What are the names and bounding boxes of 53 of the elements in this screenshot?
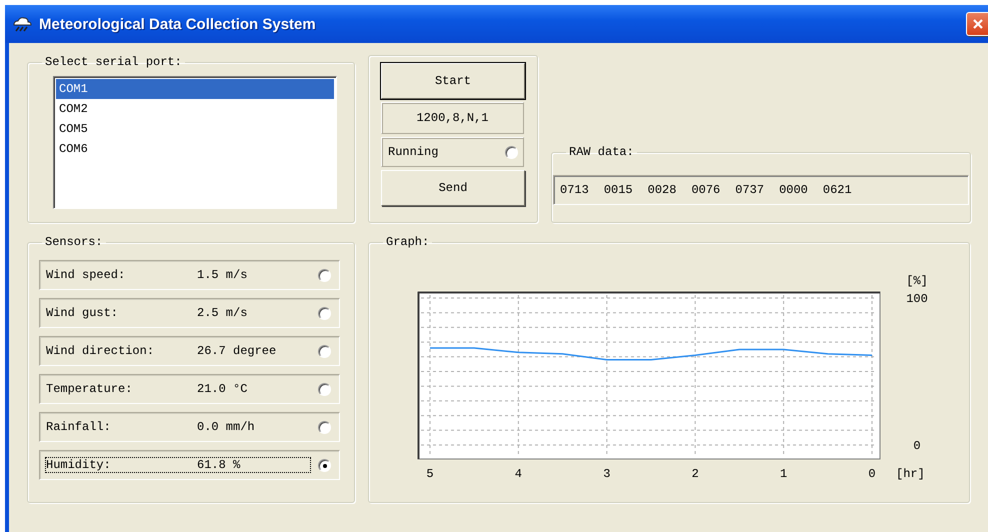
cloud-rain-icon [11,16,33,32]
sensor-label: Rainfall: [46,420,112,434]
port-list[interactable]: COM1 COM2 COM5 COM6 [53,76,337,209]
list-item[interactable]: COM1 [56,79,334,99]
axis-tick-label: 100 [906,292,928,306]
radio-button[interactable] [318,420,331,434]
axis-tick-label: 4 [514,467,522,481]
sensor-value: 26.7 degree [197,344,276,358]
list-item[interactable]: COM5 [56,119,334,139]
raw-value: 0076 [691,183,720,197]
radio-button[interactable] [505,146,518,158]
raw-value: 0621 [822,183,852,197]
close-icon [972,18,984,30]
axis-title: [%] [906,274,928,288]
close-button[interactable] [966,12,988,36]
sensor-label: Wind speed: [46,268,126,282]
status-label: Running [388,145,438,159]
sensor-label: Wind direction: [46,344,156,358]
group-label: Select serial port: [44,55,183,69]
sensor-value: 21.0 °C [197,382,248,396]
radio-button[interactable] [318,268,331,282]
axis-tick-label: 5 [426,467,434,481]
sensor-value: 1.5 m/s [197,268,248,282]
list-item[interactable]: COM6 [56,139,334,159]
sensor-label: Wind gust: [46,306,120,320]
send-button[interactable]: Send [381,170,525,206]
sensor-value: 2.5 m/s [197,306,248,320]
group-label: Graph: [385,235,430,249]
sensor-label: Temperature: [46,382,134,396]
radio-button[interactable] [318,458,331,472]
axis-title: [hr] [896,467,925,481]
sensor-value: 0.0 mm/h [197,420,255,434]
raw-value: 0015 [604,183,633,197]
start-button[interactable]: Start [381,63,525,99]
raw-value: 0028 [648,183,676,197]
group-label: Sensors: [44,235,104,249]
raw-value: 0737 [735,183,764,197]
axis-tick-label: 0 [868,467,876,481]
port-settings: 1200,8,N,1 [416,111,488,125]
axis-tick-label: 2 [692,467,699,481]
sensor-label: Humidity: [46,458,112,472]
window-title: Meteorological Data Collection System [39,16,317,32]
axis-tick-label: 0 [913,439,921,453]
axis-tick-label: 1 [780,467,788,481]
radio-button[interactable] [318,344,331,358]
radio-button[interactable] [318,306,331,320]
radio-button[interactable] [318,382,331,396]
list-item[interactable]: COM2 [56,99,334,119]
sensor-value: 61.8 % [197,458,240,472]
raw-value: 0000 [779,183,808,197]
raw-value: 0713 [560,183,589,197]
axis-tick-label: 3 [603,467,610,481]
group-label: RAW data: [568,145,635,159]
